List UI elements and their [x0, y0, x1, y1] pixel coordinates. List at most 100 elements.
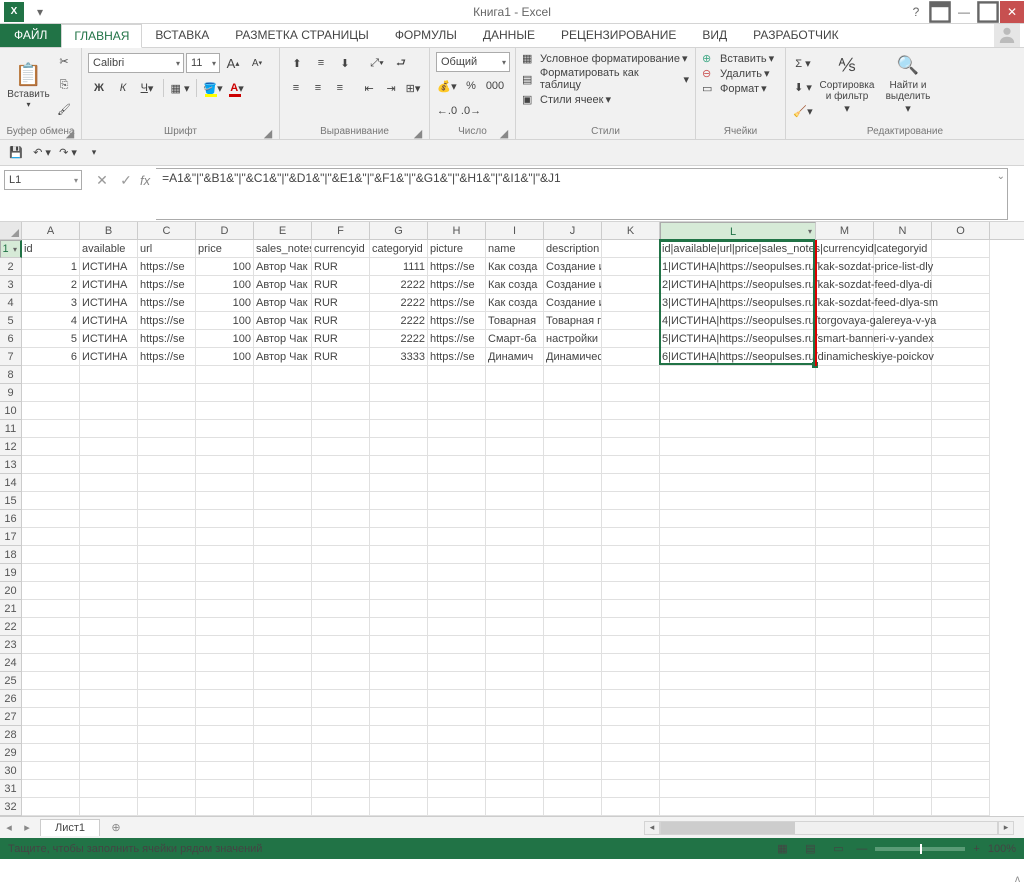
zoom-in-button[interactable]: +	[973, 843, 979, 855]
column-header[interactable]: H	[428, 222, 486, 239]
cell[interactable]	[370, 474, 428, 492]
cell[interactable]	[428, 402, 486, 420]
cell[interactable]: id|available|url|price|sales_notes|curre…	[660, 240, 816, 258]
cell[interactable]	[660, 798, 816, 816]
cell[interactable]	[196, 564, 254, 582]
column-header[interactable]: N	[874, 222, 932, 239]
cell[interactable]	[196, 762, 254, 780]
tab-insert[interactable]: ВСТАВКА	[142, 23, 222, 47]
percent-button[interactable]: %	[460, 75, 482, 97]
cell[interactable]: 5|ИСТИНА|https://seopulses.ru/smart-bann…	[660, 330, 816, 348]
cell[interactable]	[602, 420, 660, 438]
cell[interactable]	[370, 762, 428, 780]
column-header[interactable]: B	[80, 222, 138, 239]
dialog-launcher-icon[interactable]: ◢	[263, 127, 273, 137]
cell[interactable]: Автор Чак	[254, 348, 312, 366]
cell[interactable]	[196, 780, 254, 798]
cell[interactable]: Смарт-ба	[486, 330, 544, 348]
cell[interactable]: 3|ИСТИНА|https://seopulses.ru/kak-sozdat…	[660, 294, 816, 312]
cell[interactable]: ИСТИНА	[80, 312, 138, 330]
cell[interactable]: 6	[22, 348, 80, 366]
cell[interactable]	[874, 582, 932, 600]
cell[interactable]	[138, 546, 196, 564]
cell[interactable]	[138, 438, 196, 456]
select-all-corner[interactable]	[0, 222, 22, 239]
cell[interactable]	[932, 726, 990, 744]
cell[interactable]	[80, 780, 138, 798]
cell[interactable]	[428, 546, 486, 564]
clear-button[interactable]: 🧹▾	[792, 100, 814, 122]
redo-button[interactable]: ↷ ▾	[58, 143, 78, 163]
cell[interactable]	[312, 420, 370, 438]
cell[interactable]	[932, 276, 990, 294]
cell[interactable]	[370, 654, 428, 672]
cell[interactable]	[370, 726, 428, 744]
align-bottom-button[interactable]: ⬇	[334, 52, 356, 74]
cell[interactable]	[486, 654, 544, 672]
cell[interactable]	[602, 798, 660, 816]
conditional-format-button[interactable]: ▦Условное форматирование ▾	[522, 52, 689, 65]
cell[interactable]	[370, 492, 428, 510]
cell[interactable]	[196, 474, 254, 492]
cell[interactable]	[254, 402, 312, 420]
cell[interactable]	[22, 420, 80, 438]
cell[interactable]	[816, 672, 874, 690]
cell[interactable]	[428, 528, 486, 546]
cell[interactable]	[138, 510, 196, 528]
cell[interactable]	[874, 618, 932, 636]
cell[interactable]: ИСТИНА	[80, 258, 138, 276]
cell[interactable]	[254, 600, 312, 618]
cell[interactable]	[932, 420, 990, 438]
cell[interactable]	[602, 276, 660, 294]
cell[interactable]	[428, 366, 486, 384]
cell[interactable]	[428, 564, 486, 582]
cell[interactable]	[312, 528, 370, 546]
row-header[interactable]: 24	[0, 654, 22, 672]
cell[interactable]	[80, 726, 138, 744]
cell[interactable]	[254, 564, 312, 582]
cell[interactable]	[196, 726, 254, 744]
cell[interactable]: 1|ИСТИНА|https://seopulses.ru/kak-sozdat…	[660, 258, 816, 276]
cell[interactable]	[660, 672, 816, 690]
save-button[interactable]: 💾	[6, 143, 26, 163]
row-header[interactable]: 3	[0, 276, 22, 294]
row-header[interactable]: 30	[0, 762, 22, 780]
cell[interactable]	[932, 528, 990, 546]
cell[interactable]	[544, 420, 602, 438]
cell[interactable]	[602, 744, 660, 762]
cell[interactable]	[932, 654, 990, 672]
cell[interactable]	[602, 726, 660, 744]
cell[interactable]	[428, 456, 486, 474]
cell[interactable]	[816, 762, 874, 780]
cell[interactable]	[312, 474, 370, 492]
cell[interactable]	[428, 420, 486, 438]
cell[interactable]	[254, 510, 312, 528]
bold-button[interactable]: Ж	[88, 77, 110, 99]
cell[interactable]: url	[138, 240, 196, 258]
cell[interactable]	[80, 744, 138, 762]
dialog-launcher-icon[interactable]: ◢	[499, 127, 509, 137]
cell[interactable]	[22, 474, 80, 492]
cell[interactable]	[196, 510, 254, 528]
dialog-launcher-icon[interactable]: ◢	[65, 127, 75, 137]
sheet-tab[interactable]: Лист1	[40, 819, 100, 836]
cell[interactable]	[602, 582, 660, 600]
cell[interactable]: 100	[196, 330, 254, 348]
cell[interactable]	[254, 384, 312, 402]
cell[interactable]	[22, 438, 80, 456]
cell[interactable]	[932, 618, 990, 636]
column-header[interactable]: F	[312, 222, 370, 239]
maximize-button[interactable]	[976, 1, 1000, 23]
cell[interactable]	[544, 672, 602, 690]
cell[interactable]	[196, 618, 254, 636]
cancel-formula-button[interactable]: ✕	[92, 170, 112, 190]
cell[interactable]	[816, 618, 874, 636]
comma-button[interactable]: 000	[484, 75, 506, 97]
cell[interactable]	[602, 240, 660, 258]
row-header[interactable]: 8	[0, 366, 22, 384]
cell[interactable]: Автор Чак	[254, 276, 312, 294]
cell[interactable]	[312, 636, 370, 654]
cell[interactable]: Динамические объ	[544, 348, 602, 366]
cell[interactable]	[138, 618, 196, 636]
cell[interactable]	[486, 528, 544, 546]
